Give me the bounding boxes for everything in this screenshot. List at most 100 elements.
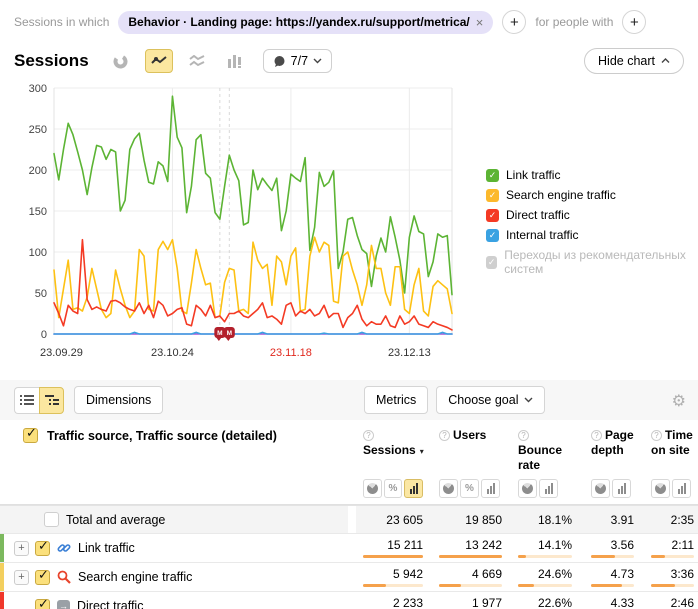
filter-chip-label: Behavior · Landing page: https://yandex.… xyxy=(128,15,469,29)
metric-view-toggles xyxy=(518,479,572,498)
annotations-dropdown[interactable]: 7/7 xyxy=(263,49,332,73)
metric-header-label[interactable]: ?Bounce rate xyxy=(518,428,572,473)
line-chart-type-button[interactable] xyxy=(145,49,173,73)
page-title: Sessions xyxy=(14,51,89,71)
metric-view-toggle-pie[interactable] xyxy=(651,479,670,498)
bars-view-icon xyxy=(678,483,686,494)
legend-item[interactable]: ✓ Internal traffic xyxy=(486,228,698,242)
legend-checkbox-icon[interactable]: ✓ xyxy=(486,209,499,222)
metric-bar xyxy=(651,555,694,558)
row-checkbox[interactable] xyxy=(44,512,59,527)
help-icon[interactable]: ? xyxy=(651,430,662,441)
help-icon[interactable]: ? xyxy=(518,430,529,441)
help-icon[interactable]: ? xyxy=(363,430,374,441)
row-label: Direct traffic xyxy=(77,599,143,609)
legend-item[interactable]: ✓Search engine traffic xyxy=(486,188,698,202)
legend-item[interactable]: ✓Direct traffic xyxy=(486,208,698,222)
choose-goal-label: Choose goal xyxy=(448,393,518,407)
metric-cell: 18.1% xyxy=(502,506,572,533)
metric-column-header[interactable]: ?Time on site xyxy=(634,420,694,504)
pie-chart-type-button[interactable] xyxy=(107,49,135,73)
chevron-up-icon xyxy=(661,58,670,64)
tree-view-button[interactable] xyxy=(39,387,64,414)
comment-bubble-icon xyxy=(273,55,286,68)
metric-view-toggle-pie[interactable] xyxy=(591,479,610,498)
legend-label: Internal traffic xyxy=(506,228,578,242)
table-row[interactable]: →Direct traffic2 2331 97722.6%4.332:46 xyxy=(0,592,698,609)
metric-value: 4.73 xyxy=(591,563,634,581)
metric-bar xyxy=(439,584,502,587)
legend-checkbox-icon[interactable]: ✓ xyxy=(486,229,499,242)
metric-view-toggle-bars[interactable] xyxy=(539,479,558,498)
metric-view-toggle-bars[interactable] xyxy=(672,479,691,498)
annotation-marker[interactable]: М xyxy=(214,327,225,341)
svg-text:100: 100 xyxy=(29,247,47,259)
table-header-row: Traffic source, Traffic source (detailed… xyxy=(0,420,698,505)
metric-column-header[interactable]: ?Users% xyxy=(423,420,502,504)
table-row[interactable]: Total and average23 60519 85018.1%3.912:… xyxy=(0,505,698,534)
add-people-filter-button[interactable]: + xyxy=(622,10,646,34)
metric-view-toggle-pie[interactable] xyxy=(439,479,458,498)
metric-view-toggle-bars[interactable] xyxy=(404,479,423,498)
metric-view-toggle-pie[interactable] xyxy=(518,479,537,498)
legend-label: Переходы из рекомендательных систем xyxy=(504,248,698,276)
metrics-button-label: Metrics xyxy=(376,393,416,407)
svg-text:М: М xyxy=(227,330,232,337)
metric-bar xyxy=(591,555,634,558)
metric-view-toggles: % xyxy=(363,479,423,498)
metric-header-label[interactable]: ?Users xyxy=(439,428,502,443)
column-chart-type-button[interactable] xyxy=(221,49,249,73)
metric-view-toggle-bars[interactable] xyxy=(612,479,631,498)
metric-column-header[interactable]: ?Bounce rate xyxy=(502,420,572,504)
metric-cell: 2:35 xyxy=(634,506,694,533)
add-session-filter-button[interactable]: + xyxy=(502,10,526,34)
legend-checkbox-icon[interactable]: ✓ xyxy=(486,169,499,182)
column-chart-icon xyxy=(228,55,242,68)
legend-item[interactable]: ✓ Переходы из рекомендательных систем xyxy=(486,248,698,276)
metric-view-toggle-percent[interactable]: % xyxy=(460,479,479,498)
row-checkbox[interactable] xyxy=(35,599,50,609)
svg-text:0: 0 xyxy=(41,329,47,341)
segment-filter-bar: Sessions in which Behavior · Landing pag… xyxy=(0,0,698,34)
dimension-header-checkbox[interactable] xyxy=(23,428,38,443)
hide-chart-button[interactable]: Hide chart xyxy=(584,48,684,74)
filter-chip[interactable]: Behavior · Landing page: https://yandex.… xyxy=(118,11,493,34)
table-row[interactable]: +Link traffic15 21113 24214.1%3.562:11 xyxy=(0,534,698,563)
dimensions-button[interactable]: Dimensions xyxy=(74,386,163,414)
legend-checkbox-icon[interactable]: ✓ xyxy=(486,256,497,269)
legend-item[interactable]: ✓Link traffic xyxy=(486,168,698,182)
help-icon[interactable]: ? xyxy=(439,430,450,441)
metric-view-toggle-pie[interactable] xyxy=(363,479,382,498)
percent-view-icon: % xyxy=(465,483,474,494)
metrics-button[interactable]: Metrics xyxy=(364,386,428,414)
stacked-chart-type-button[interactable] xyxy=(183,49,211,73)
metric-view-toggle-bars[interactable] xyxy=(481,479,500,498)
metric-column-header[interactable]: ?Sessions▾% xyxy=(356,420,423,504)
help-icon[interactable]: ? xyxy=(591,430,602,441)
metric-bar xyxy=(518,584,572,587)
expand-button[interactable]: + xyxy=(14,541,29,556)
table-settings-gear-icon[interactable]: ⚙ xyxy=(672,391,686,410)
choose-goal-dropdown[interactable]: Choose goal xyxy=(436,386,545,414)
metric-bar xyxy=(439,555,502,558)
row-checkbox[interactable] xyxy=(35,541,50,556)
remove-filter-icon[interactable]: × xyxy=(476,15,484,30)
expand-button[interactable]: + xyxy=(14,570,29,585)
metric-view-toggle-percent[interactable]: % xyxy=(384,479,403,498)
metric-column-header[interactable]: ?Page depth xyxy=(572,420,634,504)
list-view-button[interactable] xyxy=(14,387,39,414)
pie-view-icon xyxy=(653,481,668,496)
metric-cell: 3.91 xyxy=(572,506,634,533)
metric-header-label[interactable]: ?Page depth xyxy=(591,428,634,458)
annotation-marker[interactable]: М xyxy=(224,327,235,341)
metric-header-label[interactable]: ?Time on site xyxy=(651,428,694,458)
metric-value: 5 942 xyxy=(363,563,423,581)
legend-checkbox-icon[interactable]: ✓ xyxy=(486,189,499,202)
svg-text:150: 150 xyxy=(29,206,47,218)
table-row[interactable]: +Search engine traffic5 9424 66924.6%4.7… xyxy=(0,563,698,592)
donut-chart-icon xyxy=(113,54,128,69)
metric-cell: 2 233 xyxy=(356,592,423,609)
metric-header-label[interactable]: ?Sessions▾ xyxy=(363,428,423,458)
row-checkbox[interactable] xyxy=(35,570,50,585)
metric-cell: 19 850 xyxy=(423,506,502,533)
